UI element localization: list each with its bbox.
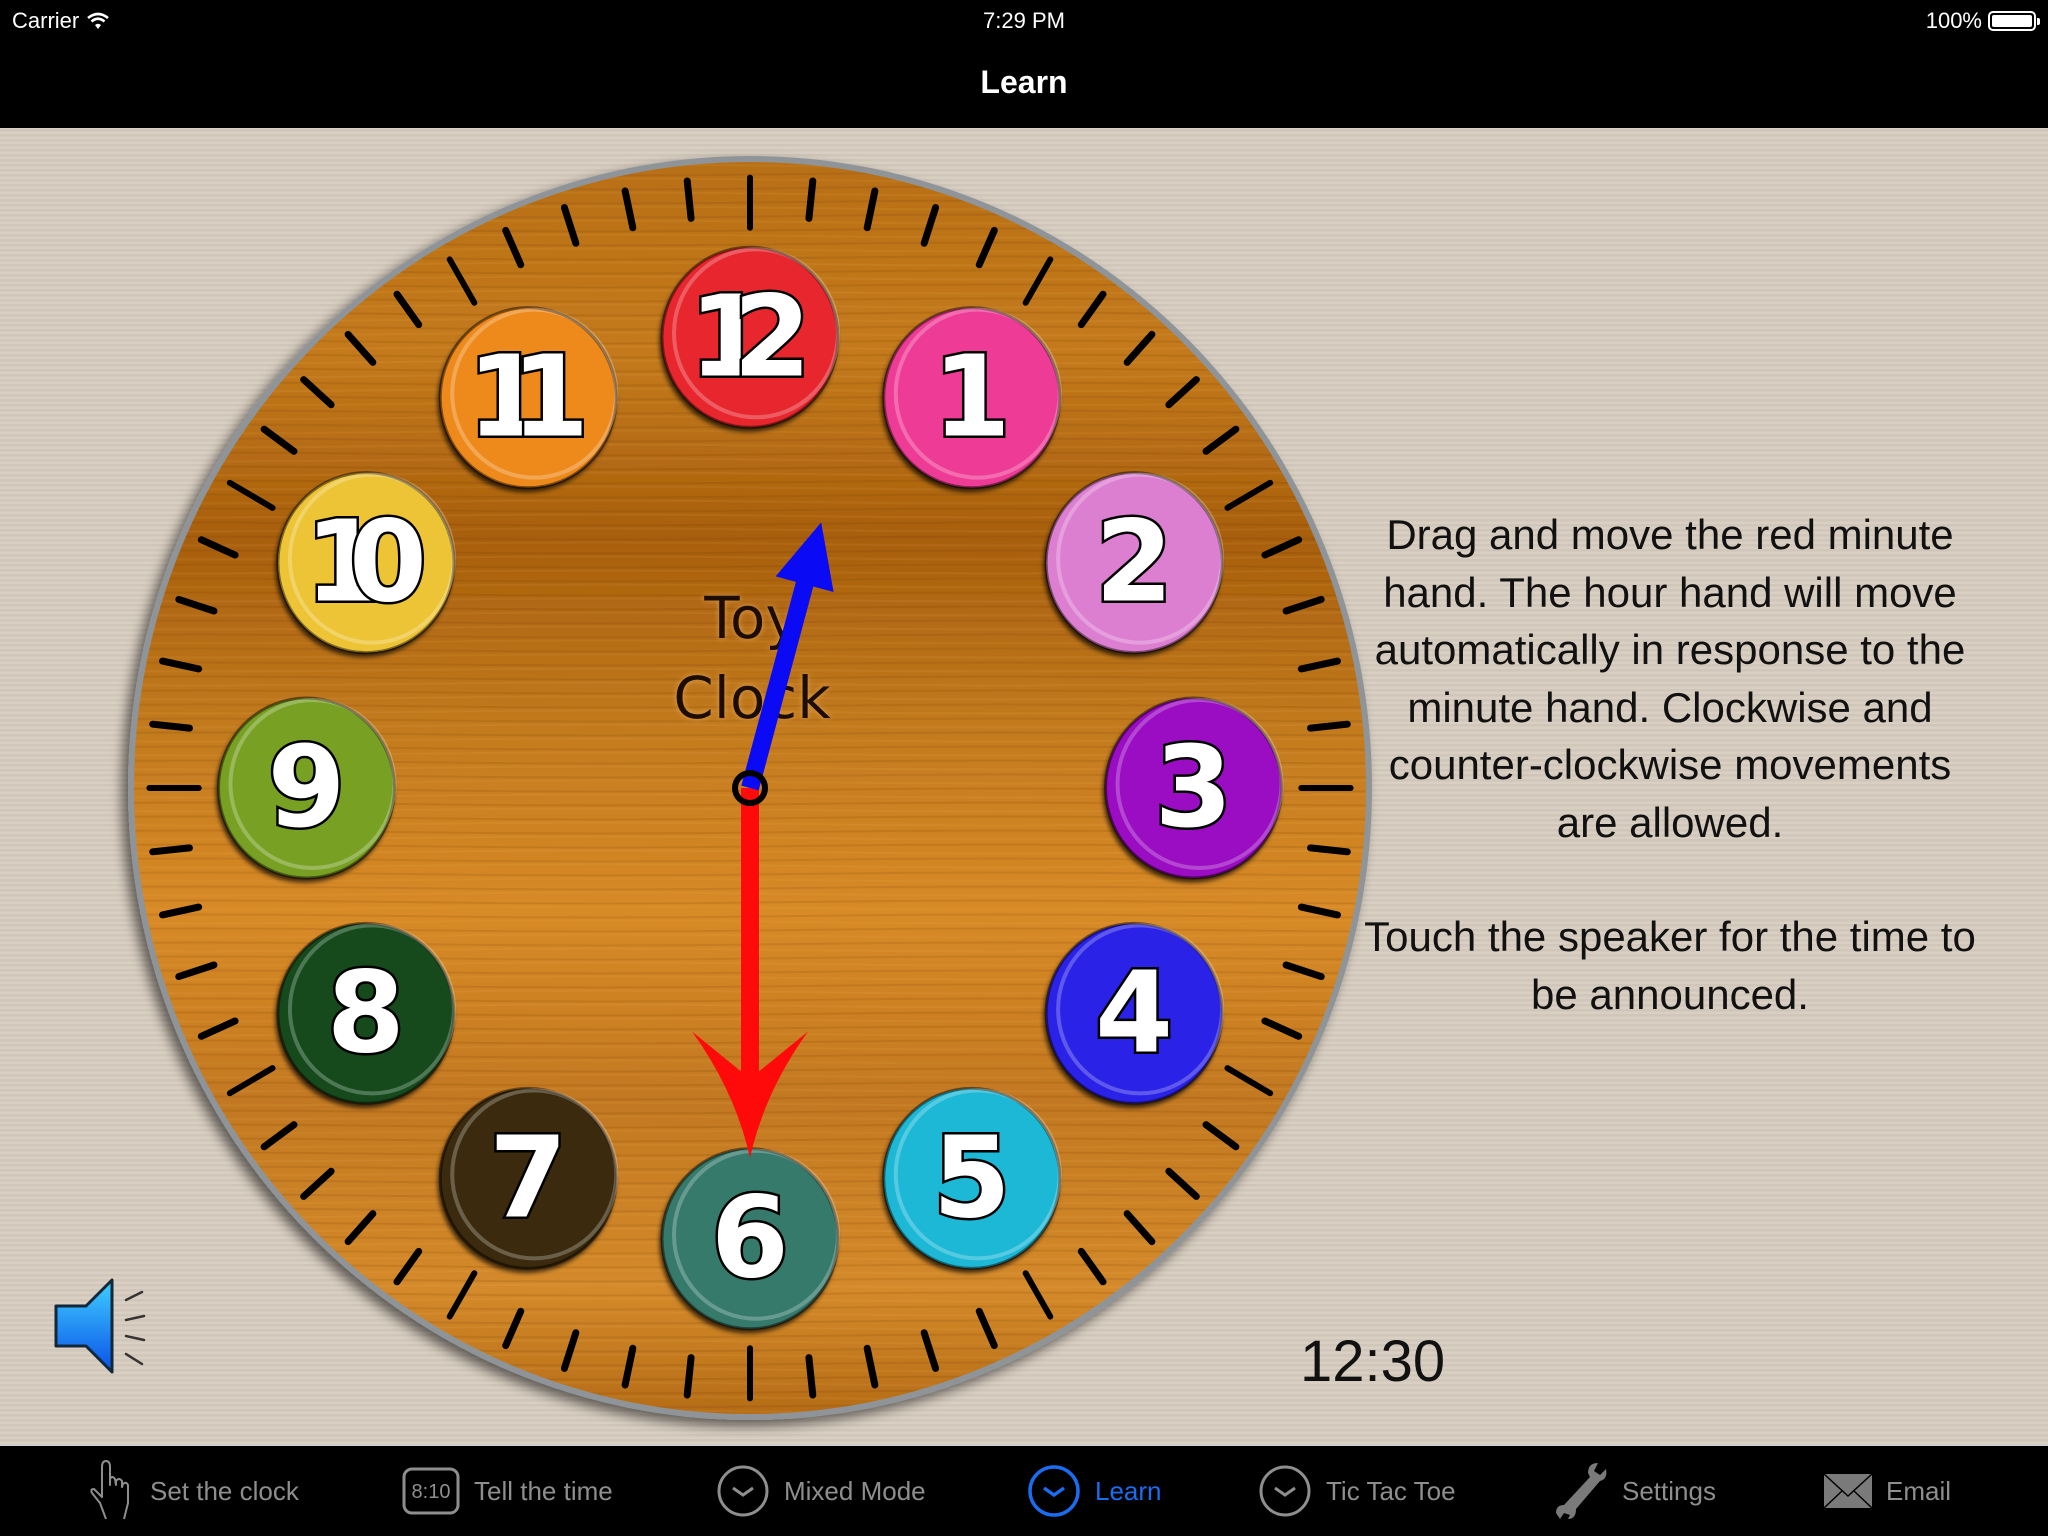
tab-bar: Set the clock 8:10 Tell the time Mixed M… [0, 1444, 2048, 1536]
page-title: Learn [980, 64, 1068, 100]
tab-email[interactable]: Email [1824, 1446, 1951, 1536]
minute-tick [805, 1354, 817, 1399]
hour-number-label: 6 [711, 1174, 789, 1304]
hour-number-label: 4 [1095, 948, 1173, 1078]
hour-number-8: 8 [276, 921, 456, 1105]
navigation-bar: Learn [0, 42, 2048, 128]
hour-number-label: 7 [489, 1113, 567, 1243]
hour-number-label: 1 [933, 333, 1011, 463]
tab-label: Email [1886, 1475, 1952, 1506]
hour-number-5: 5 [882, 1086, 1062, 1270]
battery-indicator: 100% [1925, 8, 2040, 34]
hour-number-1: 1 [882, 306, 1062, 490]
tab-label: Set the clock [150, 1475, 299, 1506]
digital-clock-icon-text: 8:10 [412, 1481, 451, 1503]
tab-label: Tell the time [474, 1475, 613, 1506]
hour-number-label: 2 [1095, 498, 1173, 628]
hour-number-6: 6 [660, 1147, 840, 1331]
minute-tick [683, 1354, 695, 1399]
instructions-text: Drag and move the red minute hand. The h… [1360, 506, 1980, 1023]
tab-learn[interactable]: Learn [1027, 1446, 1162, 1536]
hour-number-10: 10 [276, 471, 456, 655]
tab-label: Settings [1622, 1475, 1716, 1506]
learn-screen: Toy Clock 12 1 2 3 4 5 6 7 8 9 10 11 Drag and move … [0, 128, 2048, 1444]
hour-number-label: 10 [305, 498, 427, 628]
hour-number-4: 4 [1044, 921, 1225, 1105]
hour-number-label: 11 [467, 333, 589, 463]
speaker-button[interactable] [50, 1276, 154, 1380]
hour-number-12: 12 [660, 245, 840, 429]
tab-tell-the-time[interactable]: 8:10 Tell the time [402, 1446, 613, 1536]
hour-number-7: 7 [438, 1086, 619, 1270]
minute-tick [1307, 844, 1351, 856]
wrench-icon [1556, 1463, 1607, 1519]
hour-number-label: 9 [268, 723, 346, 853]
clock-icon [1028, 1465, 1080, 1517]
clock-icon [1259, 1465, 1311, 1517]
clock-label: Clock [673, 664, 831, 732]
digital-clock-icon: 8:10 [402, 1467, 460, 1515]
hour-number-label: 3 [1155, 723, 1233, 853]
digital-time-readout: 12:30 [1300, 1329, 1446, 1394]
tab-label: Tic Tac Toe [1326, 1475, 1456, 1506]
minute-tick [1307, 720, 1351, 732]
instructions-paragraph-speaker: Touch the speaker for the time to be ann… [1364, 913, 1976, 1018]
status-bar: Carrier 7:29 PM 100% [0, 0, 2048, 42]
tab-mixed-mode[interactable]: Mixed Mode [716, 1446, 926, 1536]
speaker-icon [54, 1278, 146, 1374]
battery-icon [1988, 11, 2040, 31]
tab-label: Learn [1095, 1475, 1162, 1506]
tab-settings[interactable]: Settings [1554, 1446, 1716, 1536]
hour-number-9: 9 [216, 696, 397, 880]
hour-number-label: 8 [327, 948, 405, 1078]
minute-tick [683, 177, 695, 222]
tab-label: Mixed Mode [784, 1475, 926, 1506]
hour-number-label: 12 [689, 272, 811, 402]
envelope-icon [1824, 1474, 1872, 1508]
hour-number-11: 11 [438, 306, 619, 490]
battery-percent: 100% [1925, 8, 1982, 33]
minute-tick [149, 844, 193, 856]
clock-icon [717, 1465, 769, 1517]
instructions-paragraph-drag: Drag and move the red minute hand. The h… [1374, 511, 1966, 846]
tab-tic-tac-toe[interactable]: Tic Tac Toe [1258, 1446, 1456, 1536]
status-time: 7:29 PM [983, 8, 1065, 33]
hour-number-label: 5 [933, 1113, 1011, 1243]
minute-tick [149, 720, 193, 732]
hour-number-2: 2 [1044, 471, 1225, 655]
tab-set-the-clock[interactable]: Set the clock [88, 1446, 299, 1536]
minute-tick [805, 177, 817, 222]
hour-number-3: 3 [1104, 696, 1284, 880]
hand-pointer-icon [90, 1460, 129, 1520]
